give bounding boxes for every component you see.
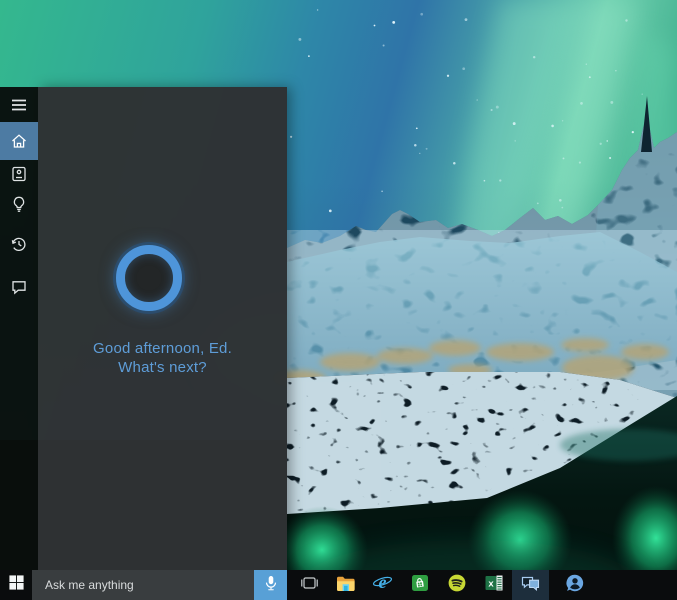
internet-explorer-button[interactable]: e (364, 570, 401, 600)
sidebar-item-menu[interactable] (0, 90, 38, 120)
task-view-icon (299, 573, 319, 598)
store-button[interactable] (401, 570, 438, 600)
cortana-ring-logo (116, 245, 182, 311)
windows-desktop: Good afternoon, Ed. What's next? (0, 0, 677, 600)
folder-icon (335, 573, 356, 598)
spotify-icon (447, 573, 467, 598)
search-input[interactable] (32, 570, 254, 600)
home-icon (10, 132, 28, 150)
task-view-button[interactable] (290, 570, 327, 600)
taskbar: e (0, 570, 677, 600)
excel-button[interactable]: x (475, 570, 512, 600)
messaging-button[interactable] (512, 570, 549, 600)
svg-text:x: x (488, 578, 494, 589)
people-icon (565, 573, 585, 598)
sidebar-item-home[interactable] (0, 122, 38, 160)
windows-logo-icon (8, 574, 25, 596)
sidebar-item-reminders[interactable] (0, 189, 38, 219)
spotify-button[interactable] (438, 570, 475, 600)
messaging-bubbles-icon (520, 573, 541, 598)
greeting-line-2: What's next? (38, 358, 287, 377)
taskbar-app-icons: e (290, 570, 593, 600)
notebook-icon (10, 165, 28, 183)
sidebar-item-notebook[interactable] (0, 159, 38, 189)
people-button[interactable] (556, 570, 593, 600)
excel-icon: x (484, 573, 504, 598)
lightbulb-icon (10, 195, 28, 213)
cortana-panel: Good afternoon, Ed. What's next? (38, 87, 287, 570)
cortana-sidebar (0, 87, 38, 570)
history-icon (10, 235, 28, 253)
cortana-search-box[interactable] (32, 570, 254, 600)
store-bag-icon (410, 573, 430, 598)
cortana-greeting: Good afternoon, Ed. What's next? (38, 339, 287, 377)
svg-text:e: e (379, 572, 387, 592)
hamburger-icon (10, 96, 28, 114)
feedback-icon (10, 278, 28, 296)
microphone-icon (262, 573, 280, 598)
greeting-line-1: Good afternoon, Ed. (38, 339, 287, 358)
sidebar-item-history[interactable] (0, 229, 38, 259)
ie-e-icon: e (372, 572, 393, 598)
file-explorer-button[interactable] (327, 570, 364, 600)
sidebar-item-feedback[interactable] (0, 272, 38, 302)
start-button[interactable] (0, 570, 32, 600)
microphone-button[interactable] (254, 570, 287, 600)
